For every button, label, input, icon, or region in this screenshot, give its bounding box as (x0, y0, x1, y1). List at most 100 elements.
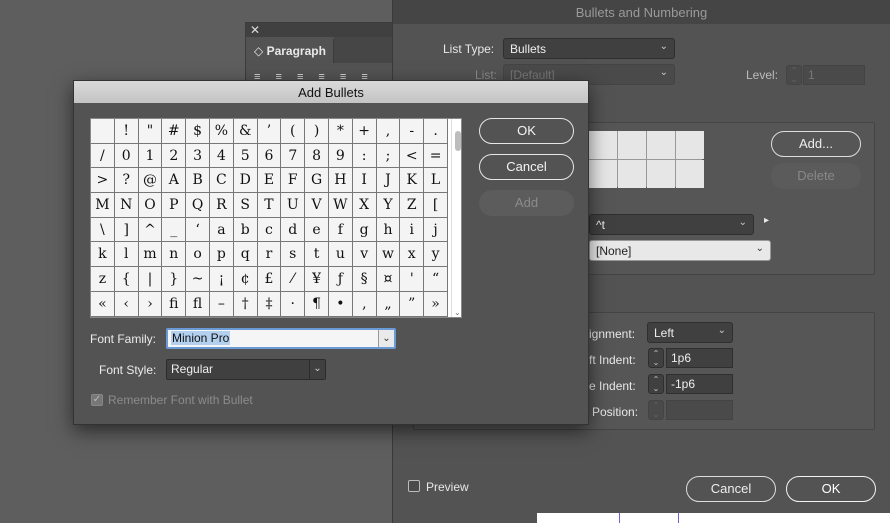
glyph-cell[interactable]: ( (281, 119, 306, 144)
glyph-cell[interactable]: l (114, 242, 139, 268)
glyph-cell[interactable]: › (138, 291, 163, 317)
glyph-cell[interactable]: fi (162, 291, 187, 317)
glyph-cell[interactable]: ” (400, 291, 425, 317)
glyph-cell[interactable]: Q (186, 193, 210, 218)
glyph-cell[interactable]: fl (186, 291, 210, 317)
glyph-cell[interactable]: ¡ (209, 267, 234, 292)
glyph-cell[interactable]: n (162, 242, 187, 268)
tab-paragraph[interactable]: ◇ Paragraph (248, 39, 334, 63)
bullet-cell[interactable] (676, 160, 704, 188)
glyph-cell[interactable]: : (352, 143, 377, 169)
character-style-select[interactable]: [None] ⌄ (589, 240, 771, 261)
glyph-cell[interactable]: Z (400, 193, 425, 218)
glyph-cell[interactable]: ’ (257, 119, 282, 144)
glyph-cell[interactable]: 0 (114, 143, 139, 169)
ok-button[interactable]: OK (479, 118, 574, 144)
glyph-cell[interactable]: § (352, 267, 377, 292)
glyph-cell[interactable]: z (91, 267, 115, 292)
glyph-cell[interactable]: P (162, 193, 187, 218)
bullet-cell[interactable] (647, 160, 675, 188)
glyph-cell[interactable]: < (400, 143, 425, 169)
font-family-field[interactable]: Minion Pro ⌄ (166, 328, 396, 349)
glyph-cell[interactable]: b (233, 217, 258, 243)
glyph-cell[interactable]: – (209, 291, 234, 317)
glyph-cell[interactable]: ¥ (305, 267, 329, 292)
glyph-cell[interactable]: 6 (257, 143, 282, 169)
glyph-cell[interactable]: ¤ (376, 267, 401, 292)
glyph-cell[interactable]: w (376, 242, 401, 268)
glyph-cell[interactable]: p (209, 242, 234, 268)
glyph-cell[interactable]: 5 (233, 143, 258, 169)
glyph-cell[interactable]: = (424, 143, 448, 169)
bullet-cell[interactable] (618, 160, 646, 188)
glyph-cell[interactable]: H (328, 168, 353, 194)
glyph-cell[interactable]: t (305, 242, 329, 268)
glyph-cell[interactable]: F (281, 168, 306, 194)
glyph-cell[interactable]: R (209, 193, 234, 218)
glyph-cell[interactable]: h (376, 217, 401, 243)
glyph-cell[interactable]: , (376, 119, 401, 144)
glyph-cell[interactable]: o (186, 242, 210, 268)
glyph-cell[interactable]: U (281, 193, 306, 218)
font-style-select[interactable]: Regular ⌄ (166, 359, 326, 380)
glyph-cell[interactable]: J (376, 168, 401, 194)
glyph-cell[interactable]: ^ (138, 217, 163, 243)
glyph-cell[interactable]: g (352, 217, 377, 243)
bullet-cell[interactable] (647, 131, 675, 159)
glyph-cell[interactable]: q (233, 242, 258, 268)
glyph-cell[interactable]: ¶ (305, 291, 329, 317)
glyph-cell[interactable]: v (352, 242, 377, 268)
glyph-cell[interactable]: c (257, 217, 282, 243)
glyph-cell[interactable]: W (328, 193, 353, 218)
glyph-cell[interactable]: 7 (281, 143, 306, 169)
first-line-indent-stepper[interactable]: ⌃ ⌄ (648, 374, 664, 394)
glyph-cell[interactable]: ƒ (328, 267, 353, 292)
preview-checkbox[interactable] (408, 480, 420, 492)
glyph-cell[interactable]: » (424, 291, 448, 317)
glyph-cell[interactable]: O (138, 193, 163, 218)
glyph-cell[interactable]: ⁄ (281, 267, 306, 292)
glyph-cell[interactable]: C (209, 168, 234, 194)
glyph-cell[interactable]: M (91, 193, 115, 218)
glyph-cell[interactable]: ‹ (114, 291, 139, 317)
glyph-cell[interactable]: ; (376, 143, 401, 169)
glyph-grid[interactable]: ! " # $% &’() * +, -. /0 1 2 3 4 5 6 7 8 9:; < = >? @ A B C D E F G H… (91, 119, 449, 317)
glyph-cell[interactable]: d (281, 217, 306, 243)
glyph-cell[interactable]: - (400, 119, 425, 144)
glyph-cell[interactable]: a (209, 217, 234, 243)
glyph-cell[interactable]: | (138, 267, 163, 292)
glyph-cell[interactable]: X (352, 193, 377, 218)
glyph-cell[interactable]: s (281, 242, 306, 268)
close-icon[interactable]: ✕ (250, 23, 260, 37)
glyph-cell[interactable]: 1 (138, 143, 163, 169)
glyph-cell[interactable]: E (257, 168, 282, 194)
glyph-cell[interactable]: > (91, 168, 115, 194)
glyph-cell[interactable]: j (424, 217, 448, 243)
bullet-cell[interactable] (589, 160, 617, 188)
glyph-cell[interactable]: ? (114, 168, 139, 194)
glyph-cell[interactable]: m (138, 242, 163, 268)
glyph-cell[interactable]: • (328, 291, 353, 317)
ok-button[interactable]: OK (786, 476, 876, 502)
bullet-cell[interactable] (618, 131, 646, 159)
glyph-cell[interactable]: + (352, 119, 377, 144)
cancel-button[interactable]: Cancel (686, 476, 776, 502)
glyph-cell[interactable]: y (424, 242, 448, 268)
special-char-arrow-icon[interactable]: ▸ (764, 215, 769, 226)
glyph-cell[interactable]: V (305, 193, 329, 218)
glyph-cell[interactable]: " (138, 119, 163, 144)
glyph-cell[interactable]: · (281, 291, 306, 317)
glyph-cell[interactable]: Y (376, 193, 401, 218)
glyph-cell[interactable]: x (400, 242, 425, 268)
first-line-indent-field[interactable]: -1p6 (666, 374, 733, 394)
glyph-cell[interactable]: i (400, 217, 425, 243)
text-after-select[interactable]: ^t ⌄ (589, 214, 754, 235)
glyph-cell[interactable]: ‘ (186, 217, 210, 243)
glyph-cell[interactable]: ¢ (233, 267, 258, 292)
glyph-cell[interactable]: 3 (186, 143, 210, 169)
glyph-cell[interactable]: / (91, 143, 115, 169)
glyph-cell[interactable]: [ (424, 193, 448, 218)
glyph-cell[interactable]: # (162, 119, 187, 144)
glyph-cell[interactable]: . (424, 119, 448, 144)
glyph-scrollbar[interactable]: ⌄ (451, 119, 461, 317)
